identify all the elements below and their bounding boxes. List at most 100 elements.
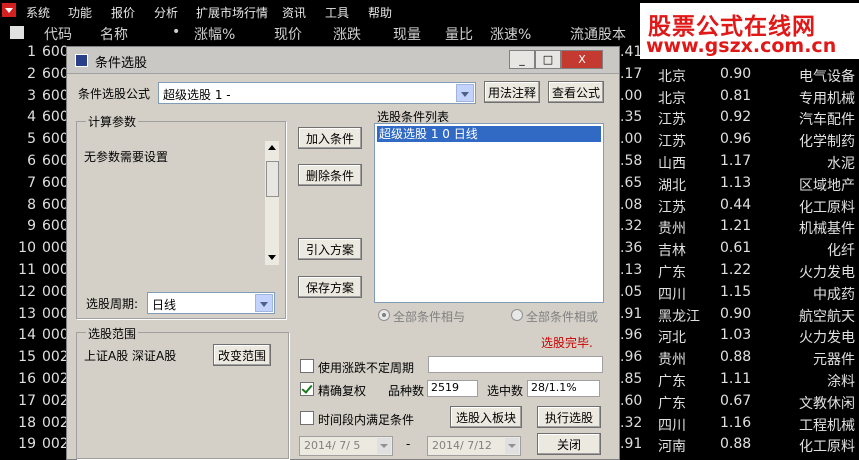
menu-help[interactable]: 帮助 — [368, 4, 392, 21]
row-float-shares: .85 — [620, 371, 643, 387]
row-number: 10 — [18, 240, 36, 257]
row-code: 600 — [42, 131, 69, 148]
watermark-url: www.gszx.com.cn — [646, 35, 837, 57]
params-scrollbar[interactable] — [265, 141, 279, 265]
hit-value: 28/1.1% — [527, 380, 600, 397]
row-number: 2 — [27, 65, 36, 82]
close-window-button[interactable]: X — [561, 50, 603, 69]
row-code: 600 — [42, 87, 69, 104]
close-button[interactable]: 关闭 — [537, 433, 601, 455]
row-float-shares: .41 — [620, 44, 643, 60]
row-region: 广东 — [658, 374, 686, 390]
radio-all-or[interactable] — [511, 309, 523, 321]
scroll-down-icon[interactable] — [268, 255, 276, 260]
chevron-down-icon[interactable] — [505, 438, 519, 454]
row-value: 0.88 — [720, 436, 752, 453]
date-from-picker[interactable]: 2014/ 7/ 5 — [299, 436, 393, 456]
row-region: 河南 — [658, 439, 686, 456]
row-region: 江苏 — [658, 112, 686, 129]
col-header-volume[interactable]: 现量 — [393, 24, 421, 44]
col-header-volume-ratio[interactable]: 量比 — [445, 24, 473, 44]
chevron-down-icon[interactable] — [255, 294, 273, 312]
scroll-thumb[interactable] — [266, 161, 279, 197]
col-header-name[interactable]: 名称 — [100, 24, 128, 44]
row-region: 广东 — [658, 265, 686, 281]
minimize-button[interactable]: _ — [509, 50, 535, 69]
delete-condition-button[interactable]: 删除条件 — [298, 164, 362, 186]
maximize-button[interactable]: □ — [535, 50, 561, 69]
menu-quote[interactable]: 报价 — [111, 4, 135, 21]
row-value: 1.13 — [720, 174, 752, 191]
change-range-button[interactable]: 改变范围 — [213, 344, 271, 366]
condition-list-item[interactable]: 超级选股 1 0 日线 — [377, 126, 601, 142]
radio-all-and[interactable] — [378, 309, 390, 321]
condition-list[interactable]: 超级选股 1 0 日线 — [374, 123, 604, 303]
execute-screening-button[interactable]: 执行选股 — [537, 406, 601, 428]
app-logo-icon[interactable] — [2, 3, 16, 17]
row-value: 0.67 — [720, 392, 752, 409]
row-float-shares: .35 — [620, 109, 643, 126]
uncertain-period-field[interactable] — [428, 356, 603, 373]
row-industry: 区域地产 — [799, 177, 855, 194]
row-float-shares: .58 — [620, 153, 643, 169]
add-condition-button[interactable]: 加入条件 — [298, 127, 362, 149]
uncertain-period-checkbox[interactable] — [300, 359, 314, 373]
dialog-title: 条件选股 — [95, 56, 148, 71]
dialog-titlebar[interactable]: 条件选股 _ □ X — [67, 47, 619, 74]
row-float-shares: .91 — [620, 305, 643, 322]
row-number: 14 — [18, 327, 36, 344]
row-industry: 工程机械 — [799, 417, 855, 434]
view-formula-button[interactable]: 查看公式 — [548, 81, 604, 103]
row-value: 1.03 — [720, 327, 752, 344]
row-value: 1.22 — [720, 262, 752, 278]
date-to-value: 2014/ 7/12 — [432, 439, 492, 452]
col-header-float-shares[interactable]: 流通股本 — [570, 24, 626, 44]
period-condition-label: 时间段内满足条件 — [318, 413, 415, 427]
dialog-app-icon — [75, 54, 88, 67]
menu-info[interactable]: 资讯 — [282, 4, 306, 21]
usage-notes-button[interactable]: 用法注释 — [484, 81, 540, 103]
col-header-price[interactable]: 现价 — [274, 24, 302, 44]
import-plan-button[interactable]: 引入方案 — [298, 238, 362, 260]
col-header-change[interactable]: 涨跌 — [333, 24, 361, 44]
menu-function[interactable]: 功能 — [68, 4, 92, 21]
row-float-shares: .17 — [620, 65, 643, 82]
row-industry: 汽车配件 — [799, 112, 855, 129]
row-industry: 中成药 — [813, 286, 855, 303]
row-number: 17 — [18, 392, 36, 409]
row-industry: 机械基件 — [799, 221, 855, 238]
period-condition-checkbox[interactable] — [300, 411, 314, 425]
menu-extended-market[interactable]: 扩展市场行情 — [196, 4, 268, 21]
col-header-change-pct[interactable]: 涨幅% — [194, 24, 235, 44]
date-to-picker[interactable]: 2014/ 7/12 — [427, 436, 521, 456]
row-industry: 水泥 — [827, 156, 855, 172]
col-header-speed[interactable]: 涨速% — [490, 24, 531, 44]
row-region: 江苏 — [658, 134, 686, 151]
menu-tools[interactable]: 工具 — [325, 4, 349, 21]
formula-select[interactable]: 超级选股 1 - — [158, 82, 476, 104]
chevron-down-icon[interactable] — [377, 438, 391, 454]
row-region: 河北 — [658, 330, 686, 347]
menu-system[interactable]: 系统 — [26, 4, 50, 21]
formula-select-value: 超级选股 1 - — [163, 88, 231, 102]
row-code: 002 — [42, 349, 69, 366]
col-header-code[interactable]: 代码 — [44, 24, 72, 44]
row-number: 4 — [27, 109, 36, 126]
row-number: 16 — [18, 371, 36, 387]
row-code: 600 — [42, 153, 69, 169]
to-board-button[interactable]: 选股入板块 — [450, 406, 522, 428]
save-plan-button[interactable]: 保存方案 — [298, 276, 362, 298]
table-menu-dropdown-icon[interactable] — [10, 26, 24, 39]
row-number: 19 — [18, 436, 36, 453]
chevron-down-icon[interactable] — [456, 84, 474, 102]
scroll-up-icon[interactable] — [268, 145, 276, 150]
row-code: 000 — [42, 262, 69, 278]
row-region: 山西 — [658, 156, 686, 172]
exact-adjust-checkbox[interactable] — [300, 382, 314, 396]
menu-analysis[interactable]: 分析 — [154, 4, 178, 21]
row-float-shares: .00 — [620, 131, 643, 148]
row-region: 吉林 — [658, 243, 686, 260]
period-select[interactable]: 日线 — [147, 292, 275, 314]
row-code: 000 — [42, 283, 69, 300]
row-number: 5 — [27, 131, 36, 148]
